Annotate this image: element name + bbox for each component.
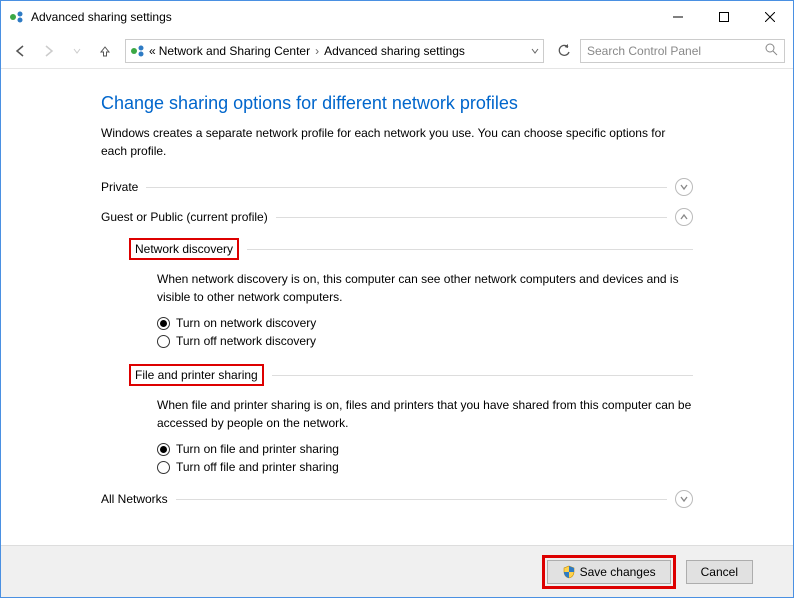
chevron-down-icon[interactable] bbox=[675, 178, 693, 196]
file-printer-sharing-title: File and printer sharing bbox=[129, 364, 264, 386]
back-button[interactable] bbox=[9, 39, 33, 63]
divider bbox=[146, 187, 667, 188]
section-header-all-networks[interactable]: All Networks bbox=[101, 490, 693, 508]
section-title: Private bbox=[101, 180, 138, 194]
network-discovery-description: When network discovery is on, this compu… bbox=[157, 270, 693, 306]
forward-button[interactable] bbox=[37, 39, 61, 63]
page-title: Change sharing options for different net… bbox=[101, 93, 693, 114]
radio-option-nd-off[interactable]: Turn off network discovery bbox=[157, 334, 693, 348]
subsection-network-discovery: Network discovery When network discovery… bbox=[129, 238, 693, 348]
app-icon bbox=[9, 9, 25, 25]
search-input[interactable]: Search Control Panel bbox=[580, 39, 785, 63]
save-button-label: Save changes bbox=[580, 565, 656, 579]
recent-dropdown[interactable] bbox=[65, 39, 89, 63]
radio-icon[interactable] bbox=[157, 317, 170, 330]
navbar: « Network and Sharing Center › Advanced … bbox=[1, 33, 793, 69]
section-header-guest[interactable]: Guest or Public (current profile) bbox=[101, 208, 693, 226]
divider bbox=[176, 499, 667, 500]
breadcrumb-item[interactable]: Advanced sharing settings bbox=[324, 44, 465, 58]
content-area: Change sharing options for different net… bbox=[1, 69, 793, 545]
radio-label: Turn off network discovery bbox=[176, 334, 316, 348]
address-dropdown-icon[interactable] bbox=[531, 44, 539, 58]
network-icon bbox=[130, 43, 146, 59]
chevron-right-icon: › bbox=[315, 44, 319, 58]
breadcrumb-root: « bbox=[149, 44, 156, 58]
divider bbox=[247, 249, 693, 250]
cancel-button[interactable]: Cancel bbox=[686, 560, 753, 584]
minimize-button[interactable] bbox=[655, 1, 701, 33]
close-button[interactable] bbox=[747, 1, 793, 33]
radio-label: Turn on network discovery bbox=[176, 316, 316, 330]
radio-icon[interactable] bbox=[157, 461, 170, 474]
file-printer-sharing-description: When file and printer sharing is on, fil… bbox=[157, 396, 693, 432]
section-private: Private bbox=[101, 178, 693, 196]
up-button[interactable] bbox=[93, 39, 117, 63]
network-discovery-radio-group: Turn on network discovery Turn off netwo… bbox=[157, 316, 693, 348]
divider bbox=[276, 217, 667, 218]
chevron-up-icon[interactable] bbox=[675, 208, 693, 226]
radio-option-nd-on[interactable]: Turn on network discovery bbox=[157, 316, 693, 330]
radio-label: Turn off file and printer sharing bbox=[176, 460, 339, 474]
radio-icon[interactable] bbox=[157, 443, 170, 456]
radio-label: Turn on file and printer sharing bbox=[176, 442, 339, 456]
divider bbox=[272, 375, 693, 376]
search-icon bbox=[765, 43, 778, 59]
address-bar[interactable]: « Network and Sharing Center › Advanced … bbox=[125, 39, 544, 63]
window-controls bbox=[655, 1, 793, 33]
maximize-button[interactable] bbox=[701, 1, 747, 33]
network-discovery-title: Network discovery bbox=[129, 238, 239, 260]
cancel-button-label: Cancel bbox=[701, 565, 738, 579]
radio-option-fp-on[interactable]: Turn on file and printer sharing bbox=[157, 442, 693, 456]
window-title: Advanced sharing settings bbox=[31, 10, 655, 24]
radio-icon[interactable] bbox=[157, 335, 170, 348]
save-changes-button[interactable]: Save changes bbox=[547, 560, 671, 584]
file-printer-radio-group: Turn on file and printer sharing Turn of… bbox=[157, 442, 693, 474]
radio-option-fp-off[interactable]: Turn off file and printer sharing bbox=[157, 460, 693, 474]
section-title: All Networks bbox=[101, 492, 168, 506]
subsection-file-printer-sharing: File and printer sharing When file and p… bbox=[129, 364, 693, 474]
chevron-down-icon[interactable] bbox=[675, 490, 693, 508]
shield-icon bbox=[562, 565, 576, 579]
save-button-highlight: Save changes bbox=[542, 555, 676, 589]
refresh-button[interactable] bbox=[552, 39, 576, 63]
section-title: Guest or Public (current profile) bbox=[101, 210, 268, 224]
titlebar: Advanced sharing settings bbox=[1, 1, 793, 33]
page-description: Windows creates a separate network profi… bbox=[101, 124, 693, 160]
breadcrumb-item[interactable]: Network and Sharing Center bbox=[159, 44, 310, 58]
section-guest-public: Guest or Public (current profile) Networ… bbox=[101, 208, 693, 474]
search-placeholder: Search Control Panel bbox=[587, 44, 701, 58]
footer: Save changes Cancel bbox=[1, 545, 793, 597]
section-all-networks: All Networks bbox=[101, 490, 693, 508]
section-header-private[interactable]: Private bbox=[101, 178, 693, 196]
